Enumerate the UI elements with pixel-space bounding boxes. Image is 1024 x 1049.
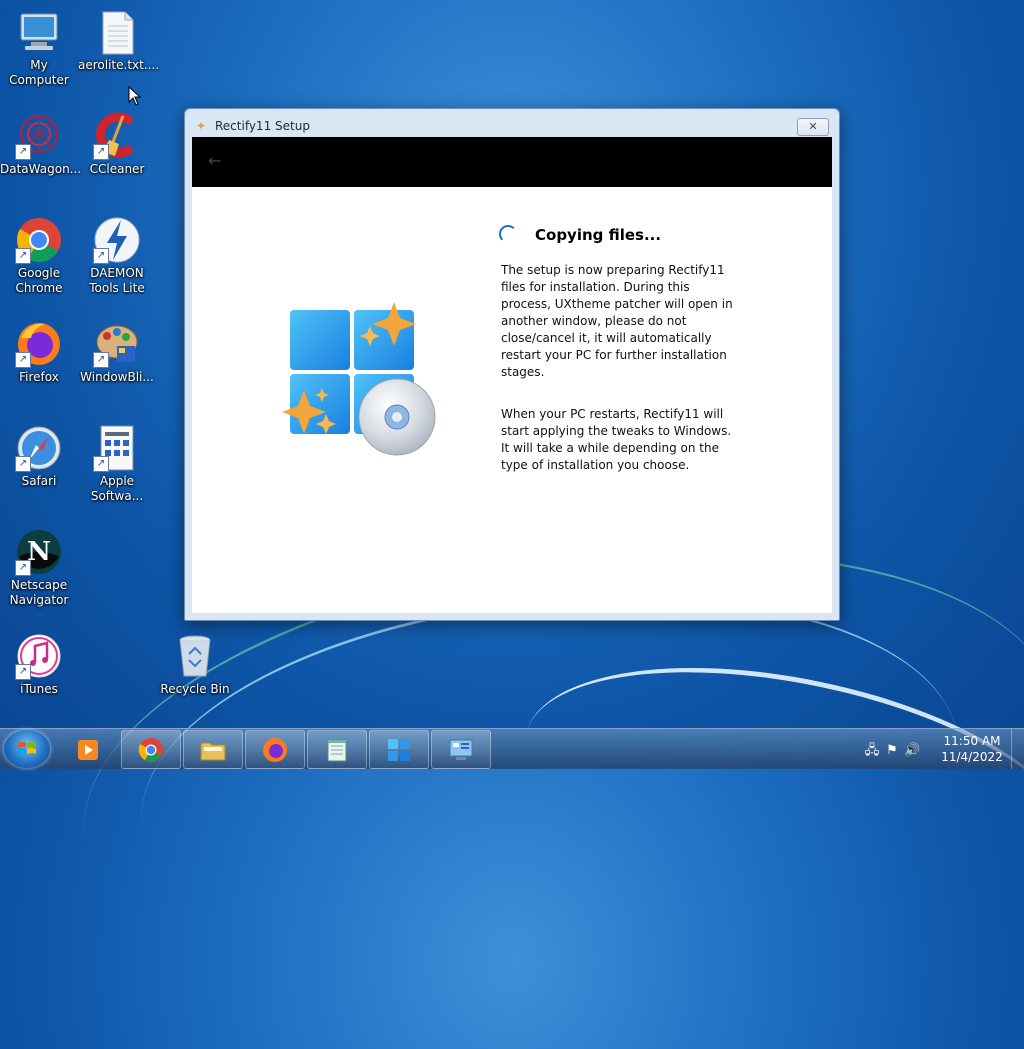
shortcut-arrow-icon: ↗ (93, 144, 109, 160)
desktop-icon-recycle-bin[interactable]: Recycle Bin (156, 632, 234, 697)
taskbar-firefox[interactable] (245, 730, 305, 769)
status-heading: Copying files... (535, 226, 662, 244)
window-title: Rectify11 Setup (215, 119, 310, 133)
apple-software-icon: ↗ (93, 424, 141, 472)
header-bar: ← (192, 137, 832, 187)
setup-dialog: ✦ Rectify11 Setup ✕ ← Copying files... T… (184, 108, 840, 621)
taskbar: 🖧 ⚑ 🔊 11:50 AM 11/4/2022 (0, 728, 1024, 769)
start-button[interactable] (4, 730, 50, 768)
firefox-icon: ↗ (15, 320, 63, 368)
shortcut-arrow-icon: ↗ (93, 248, 109, 264)
taskbar-media-player[interactable] (58, 730, 118, 769)
computer-icon (15, 8, 63, 56)
file-explorer-icon (200, 742, 226, 761)
shortcut-arrow-icon: ↗ (15, 144, 31, 160)
control-panel-icon (449, 739, 473, 760)
taskbar-chrome[interactable] (121, 730, 181, 769)
desktop-icon-aerolite-txt[interactable]: aerolite.txt.... (78, 8, 159, 73)
back-button[interactable]: ← (208, 151, 221, 170)
desktop-icon-netscape-navigator[interactable]: N ↗ Netscape Navigator (0, 528, 78, 608)
taskbar-notepad[interactable] (307, 730, 367, 769)
desktop-icon-safari[interactable]: ↗ Safari (0, 424, 78, 489)
desktop-icon-itunes[interactable]: ↗ iTunes (0, 632, 78, 697)
clock-time: 11:50 AM (943, 734, 1001, 748)
chrome-icon: ↗ (15, 216, 63, 264)
notepad-icon (327, 739, 347, 762)
system-tray: 🖧 ⚑ 🔊 (864, 739, 924, 759)
firefox-icon (263, 738, 287, 762)
clock-date: 11/4/2022 (941, 750, 1003, 764)
status-description: The setup is now preparing Rectify11 fil… (501, 263, 733, 379)
shortcut-arrow-icon: ↗ (15, 248, 31, 264)
itunes-icon: ↗ (15, 632, 63, 680)
volume-icon[interactable]: 🔊 (904, 743, 920, 759)
taskbar-rectify11-setup[interactable] (369, 730, 429, 769)
desktop-icon-windowblinds[interactable]: ↗ WindowBli... (78, 320, 156, 385)
datawagon-icon: ↗ (15, 112, 63, 160)
text-file-icon (93, 8, 141, 56)
safari-icon: ↗ (15, 424, 63, 472)
windows-logo-icon (18, 742, 36, 754)
netscape-icon: N ↗ (15, 528, 63, 576)
taskbar-control-panel[interactable] (431, 730, 491, 769)
shortcut-arrow-icon: ↗ (93, 456, 109, 472)
taskbar-file-explorer[interactable] (183, 730, 243, 769)
rectify11-star-icon: ✦ (196, 119, 207, 133)
action-center-flag-icon[interactable]: ⚑ (884, 743, 900, 759)
ccleaner-icon: ↗ (93, 112, 141, 160)
chrome-icon (138, 738, 163, 762)
dialog-content: ← Copying files... The setup is now prep… (192, 137, 832, 613)
shortcut-arrow-icon: ↗ (15, 352, 31, 368)
desktop-icon-apple-software-update[interactable]: ↗ Apple Softwa... (78, 424, 156, 504)
desktop-icon-ccleaner[interactable]: ↗ CCleaner (78, 112, 156, 177)
desktop-icon-datawagon[interactable]: ↗ DataWagon... (0, 112, 81, 177)
recycle-bin-icon (171, 632, 219, 680)
shortcut-arrow-icon: ↗ (15, 560, 31, 576)
show-desktop-button[interactable] (1011, 729, 1024, 769)
title-bar[interactable]: ✦ Rectify11 Setup ✕ (185, 109, 839, 139)
shortcut-arrow-icon: ↗ (15, 664, 31, 680)
rectify11-logo-icon (282, 302, 442, 462)
windowblinds-icon: ↗ (93, 320, 141, 368)
shortcut-arrow-icon: ↗ (15, 456, 31, 472)
desktop-icon-daemon-tools[interactable]: ↗ DAEMON Tools Lite (78, 216, 156, 296)
mouse-cursor (128, 85, 142, 106)
loading-spinner-icon (499, 225, 517, 243)
desktop-icon-firefox[interactable]: ↗ Firefox (0, 320, 78, 385)
desktop-icon-my-computer[interactable]: My Computer (0, 8, 78, 88)
network-icon[interactable]: 🖧 (864, 741, 880, 758)
close-button[interactable]: ✕ (797, 118, 829, 136)
media-player-icon (78, 740, 98, 760)
restart-note: When your PC restarts, Rectify11 will st… (501, 407, 732, 472)
daemon-tools-icon: ↗ (93, 216, 141, 264)
shortcut-arrow-icon: ↗ (93, 352, 109, 368)
desktop-icon-google-chrome[interactable]: ↗ Google Chrome (0, 216, 78, 296)
clock[interactable]: 11:50 AM 11/4/2022 (934, 733, 1010, 765)
rectify11-setup-icon (388, 739, 410, 761)
